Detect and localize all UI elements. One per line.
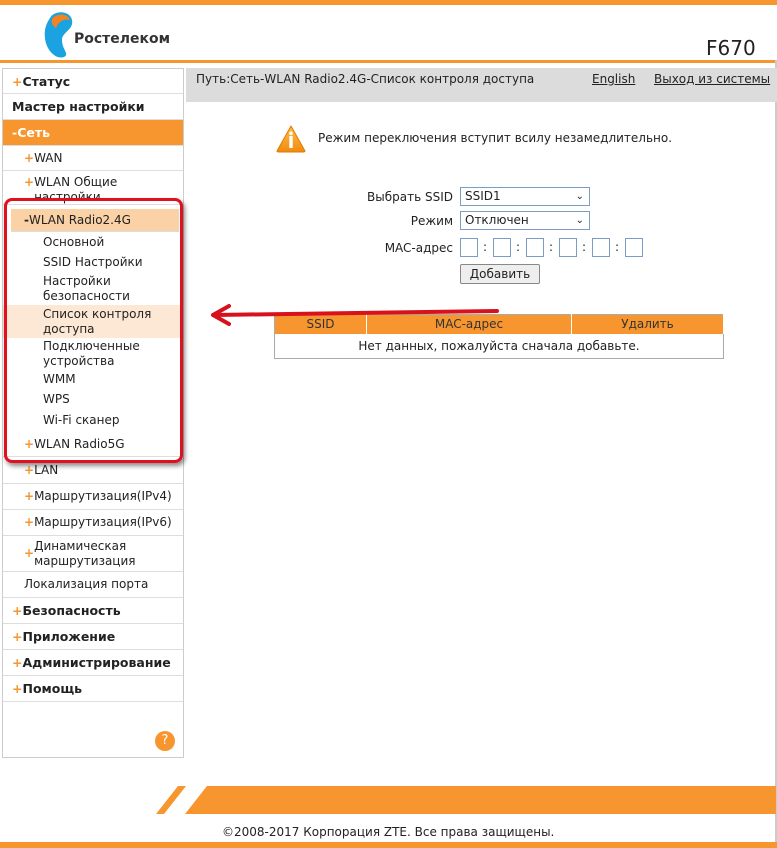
sidebar-item-label: WAN [34, 150, 63, 165]
sidebar-item[interactable]: Основной [3, 232, 183, 252]
header-divider [0, 60, 777, 63]
sidebar-item[interactable]: + Администрирование [3, 650, 183, 676]
chevron-down-icon: ⌄ [575, 191, 584, 202]
mac-separator: : [549, 240, 554, 254]
sidebar-item[interactable]: + WAN [3, 146, 183, 171]
ssid-value: SSID1 [465, 189, 501, 203]
sidebar-item[interactable]: WMM [3, 369, 183, 389]
sidebar-item-label: SSID Настройки [43, 254, 143, 269]
mac-octet-input[interactable] [493, 238, 511, 257]
sidebar-menu: + Статус Мастер настройки - Сеть + WAN + WLAN Об… [2, 68, 184, 758]
mac-octet-input[interactable] [526, 238, 544, 257]
sidebar-item[interactable]: + WLAN Radio5G [3, 433, 183, 457]
sidebar-item[interactable]: + Приложение [3, 624, 183, 650]
logout-link[interactable]: Выход из системы [654, 72, 770, 86]
sidebar-item-label: LAN [34, 462, 59, 477]
add-button[interactable]: Добавить [460, 264, 540, 284]
sidebar-item-label: Маршрутизация(IPv6) [34, 515, 172, 529]
sidebar-item-label: WPS [43, 392, 70, 406]
sidebar-item-label: WLAN Radio5G [34, 437, 125, 451]
sidebar-item-label: Локализация порта [24, 577, 149, 591]
expand-plus-icon: + [24, 515, 35, 529]
copyright: ©2008-2017 Корпорация ZTE. Все права защ… [222, 825, 555, 839]
mac-octet-input[interactable] [559, 238, 577, 257]
ssid-label: Выбрать SSID [367, 190, 453, 204]
mode-label: Режим [410, 214, 453, 228]
bottom-accent-bar [0, 842, 777, 848]
sidebar-item-label: Маршрутизация(IPv4) [34, 489, 172, 503]
sidebar-item-label: Сеть [17, 125, 51, 140]
sidebar-item-label: Список контроля доступа [43, 306, 152, 336]
mac-octet-input[interactable] [625, 238, 643, 257]
sidebar-item[interactable]: - Сеть [3, 120, 183, 146]
mac-separator: : [615, 240, 620, 254]
empty-message: Нет данных, пожалуйста сначала добавьте. [358, 338, 640, 353]
top-accent-bar [0, 0, 777, 5]
ssid-select[interactable]: SSID1 ⌄ [460, 187, 590, 206]
chevron-down-icon: ⌄ [575, 215, 584, 226]
annotation-arrow [211, 304, 499, 326]
breadcrumb: Путь:Сеть-WLAN Radio2.4G-Список контроля… [196, 72, 535, 86]
sidebar-item[interactable]: Настройки безопасности [3, 272, 183, 305]
sidebar-item-label: Мастер настройки [12, 99, 145, 114]
expand-plus-icon: + [12, 603, 23, 618]
sidebar-item[interactable]: + Маршрутизация(IPv4) [3, 484, 183, 510]
expand-plus-icon: + [24, 175, 35, 189]
expand-plus-icon: + [12, 629, 23, 644]
sidebar-item-label: Помощь [22, 681, 83, 696]
sidebar-item[interactable]: Мастер настройки [3, 94, 183, 120]
sidebar-item[interactable]: + LAN [3, 457, 183, 484]
sidebar-item[interactable]: Список контроля доступа [3, 305, 183, 338]
sidebar-item-label: Основной [43, 234, 105, 249]
expand-plus-icon: + [24, 462, 35, 477]
sidebar-item[interactable]: Wi-Fi сканер [3, 410, 183, 431]
sidebar-item-label: Безопасность [22, 603, 121, 618]
mac-separator: : [582, 240, 587, 254]
sidebar-item-label: Динамическая маршрутизация [34, 538, 136, 568]
sidebar-item[interactable]: Подключенные устройства [3, 338, 183, 369]
device-model: F670 [706, 36, 756, 60]
mac-octet-input[interactable] [460, 238, 478, 257]
notice-text: Режим переключения вступит всилу незамед… [318, 131, 673, 145]
sidebar-item-label: Администрирование [22, 655, 171, 670]
sidebar-item-label: WMM [43, 371, 76, 386]
sidebar-item-label: Приложение [22, 629, 116, 644]
expand-plus-icon: + [24, 489, 35, 503]
sidebar-item[interactable]: + Статус [3, 69, 183, 94]
expand-plus-icon: + [12, 73, 23, 89]
sidebar-item-label: Подключенные устройства [43, 338, 140, 368]
mac-octet-input[interactable] [592, 238, 610, 257]
mac-separator: : [483, 240, 488, 254]
sidebar-item[interactable]: + Маршрутизация(IPv6) [3, 510, 183, 536]
sidebar-item[interactable]: + Помощь [3, 676, 183, 702]
sidebar-item[interactable]: WPS [3, 389, 183, 410]
sidebar-item-label: Wi-Fi сканер [43, 413, 120, 427]
sidebar-item-label: WLAN Radio2.4G [28, 212, 131, 227]
sidebar-item[interactable]: - WLAN Radio2.4G [11, 209, 179, 232]
expand-plus-icon: + [24, 546, 35, 560]
warning-icon [276, 125, 306, 153]
expand-plus-icon: + [24, 150, 35, 165]
expand-plus-icon: + [12, 681, 23, 696]
expand-plus-icon: + [12, 655, 23, 670]
table-row: Нет данных, пожалуйста сначала добавьте. [275, 334, 724, 359]
brand-name: Ростелеком [74, 31, 171, 47]
sidebar-item[interactable]: Локализация порта [3, 572, 183, 598]
mac-separator: : [516, 240, 521, 254]
footer-band [156, 786, 776, 814]
sidebar-item[interactable]: + Динамическая маршрутизация [3, 536, 183, 572]
sidebar-item-label: Статус [22, 73, 71, 89]
mac-label: MAC-адрес [384, 241, 453, 255]
sidebar-item[interactable]: + Безопасность [3, 598, 183, 624]
mode-value: Отключен [465, 213, 529, 227]
sidebar-item-label: Настройки безопасности [43, 273, 130, 303]
mode-select[interactable]: Отключен ⌄ [460, 211, 590, 230]
expand-plus-icon: + [24, 437, 35, 451]
english-link[interactable]: English [592, 72, 635, 86]
sidebar-item[interactable]: + WLAN Общие настройки [3, 171, 183, 205]
col-delete: Удалить [571, 314, 724, 334]
sidebar-item[interactable]: SSID Настройки [3, 252, 183, 272]
help-question-icon[interactable]: ? [155, 731, 175, 751]
sidebar-item-label: WLAN Общие настройки [34, 175, 118, 204]
